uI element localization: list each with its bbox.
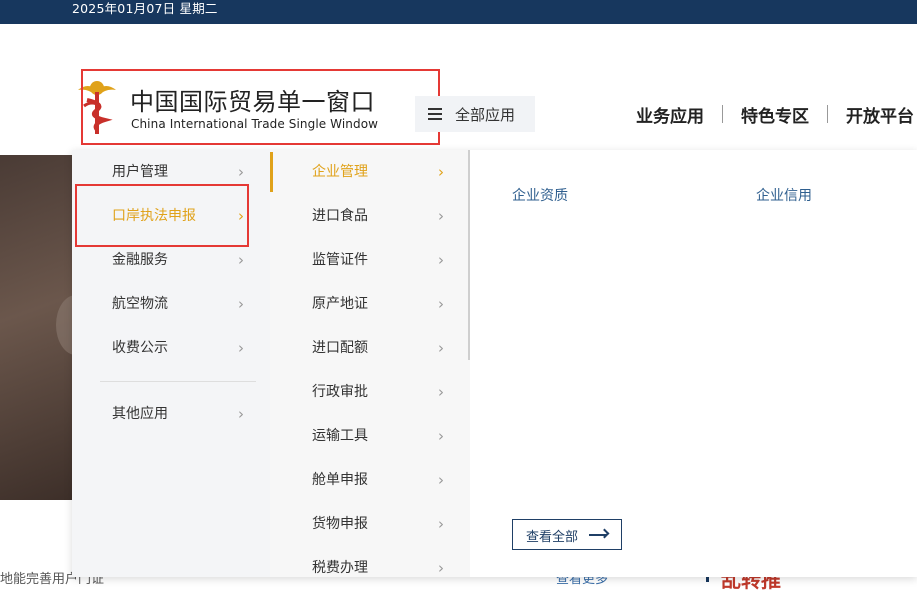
menu-item-label: 货物申报 bbox=[312, 516, 368, 532]
arrow-right-icon bbox=[589, 534, 607, 536]
chevron-right-icon: › bbox=[238, 295, 244, 313]
chevron-right-icon: › bbox=[438, 471, 444, 489]
menu-item-regulatory-certificates[interactable]: 监管证件 › bbox=[312, 238, 452, 282]
menu-item-label: 舱单申报 bbox=[312, 472, 368, 488]
menu-item-transport-vehicles[interactable]: 运输工具 › bbox=[312, 414, 452, 458]
chevron-right-icon: › bbox=[438, 339, 444, 357]
nav-business-apps[interactable]: 业务应用 bbox=[636, 102, 704, 127]
top-bar: 2025年01月07日 星期二 bbox=[0, 0, 917, 24]
menu-item-administrative-approval[interactable]: 行政审批 › bbox=[312, 370, 452, 414]
nav-divider bbox=[827, 105, 828, 123]
menu-item-certificate-of-origin[interactable]: 原产地证 › bbox=[312, 282, 452, 326]
hamburger-icon bbox=[428, 108, 442, 120]
view-all-button[interactable]: 查看全部 bbox=[512, 519, 622, 550]
menu-item-manifest-declaration[interactable]: 舱单申报 › bbox=[312, 458, 452, 502]
main-nav: 业务应用 特色专区 开放平台 bbox=[636, 100, 914, 128]
menu-item-label: 进口食品 bbox=[312, 208, 368, 224]
menu-item-label: 进口配额 bbox=[312, 340, 368, 356]
chevron-right-icon: › bbox=[438, 251, 444, 269]
menu-item-other-apps[interactable]: 其他应用 › bbox=[112, 392, 252, 436]
chevron-right-icon: › bbox=[238, 405, 244, 423]
selection-highlight-box bbox=[75, 184, 249, 247]
view-all-label: 查看全部 bbox=[526, 530, 579, 545]
banner-image bbox=[0, 155, 96, 500]
chevron-right-icon: › bbox=[438, 207, 444, 225]
menu-item-label: 企业管理 bbox=[312, 164, 368, 180]
chevron-right-icon: › bbox=[438, 559, 444, 577]
menu-item-label: 其他应用 bbox=[112, 406, 168, 422]
menu-item-imported-food[interactable]: 进口食品 › bbox=[312, 194, 452, 238]
all-apps-label: 全部应用 bbox=[455, 106, 516, 124]
chevron-right-icon: › bbox=[438, 515, 444, 533]
menu-item-label: 运输工具 bbox=[312, 428, 368, 444]
chevron-right-icon: › bbox=[438, 427, 444, 445]
nav-divider bbox=[722, 105, 723, 123]
menu-level3 bbox=[470, 150, 917, 577]
menu-item-enterprise-management[interactable]: 企业管理 › bbox=[312, 150, 452, 194]
menu-level2: 企业管理 › 进口食品 › 监管证件 › 原产地证 › 进口配额 › 行政审批 … bbox=[270, 150, 470, 577]
chevron-right-icon: › bbox=[438, 383, 444, 401]
menu-item-label: 行政审批 bbox=[312, 384, 368, 400]
menu-item-label: 航空物流 bbox=[112, 296, 168, 312]
menu-item-tax-processing[interactable]: 税费办理 › bbox=[312, 546, 452, 590]
menu-item-label: 税费办理 bbox=[312, 560, 368, 576]
logo-highlight-box bbox=[81, 69, 440, 145]
menu-item-fee-disclosure[interactable]: 收费公示 › bbox=[112, 326, 252, 370]
current-date: 2025年01月07日 星期二 bbox=[72, 1, 218, 16]
menu-item-label: 用户管理 bbox=[112, 164, 168, 180]
menu-item-label: 原产地证 bbox=[312, 296, 368, 312]
menu-divider bbox=[100, 381, 256, 382]
link-enterprise-qualification[interactable]: 企业资质 bbox=[512, 185, 568, 205]
menu-item-label: 金融服务 bbox=[112, 252, 168, 268]
chevron-right-icon: › bbox=[438, 163, 444, 181]
all-apps-button[interactable]: 全部应用 bbox=[415, 96, 535, 132]
menu-item-label: 收费公示 bbox=[112, 340, 168, 356]
chevron-right-icon: › bbox=[238, 339, 244, 357]
menu-item-import-quota[interactable]: 进口配额 › bbox=[312, 326, 452, 370]
nav-featured-zone[interactable]: 特色专区 bbox=[741, 102, 809, 127]
menu-item-air-logistics[interactable]: 航空物流 › bbox=[112, 282, 252, 326]
nav-open-platform[interactable]: 开放平台 bbox=[846, 102, 914, 127]
menu-item-label: 监管证件 bbox=[312, 252, 368, 268]
chevron-right-icon: › bbox=[438, 295, 444, 313]
link-enterprise-credit[interactable]: 企业信用 bbox=[756, 185, 812, 205]
active-indicator bbox=[270, 152, 273, 192]
menu-item-goods-declaration[interactable]: 货物申报 › bbox=[312, 502, 452, 546]
